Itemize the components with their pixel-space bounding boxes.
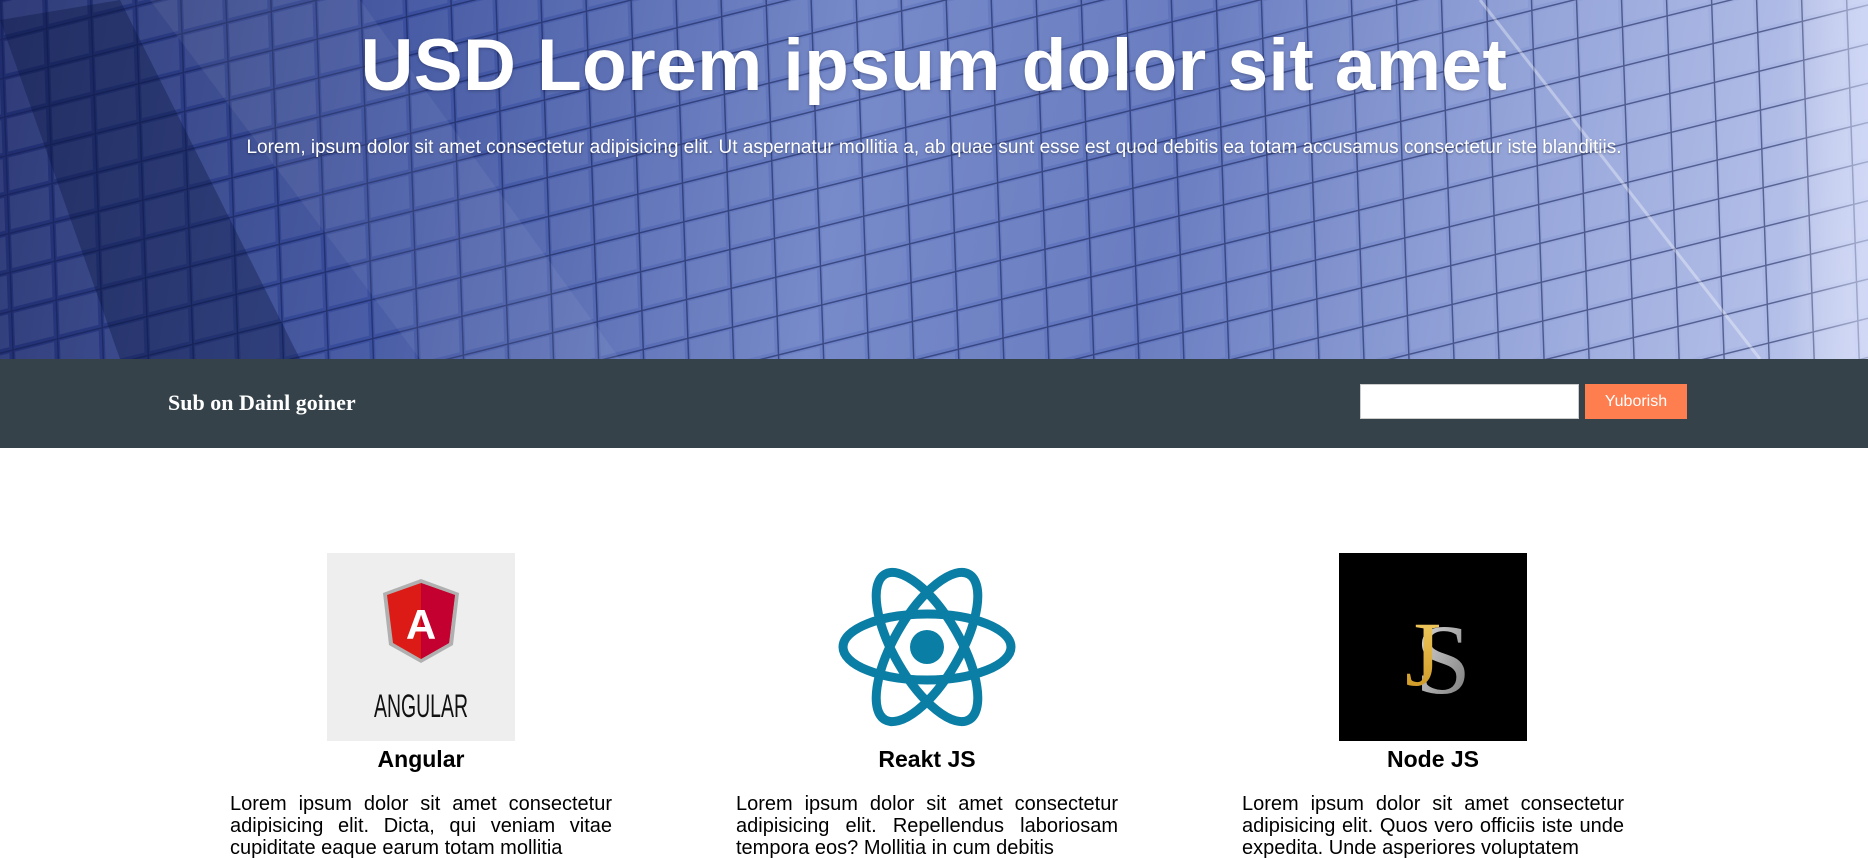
subscribe-label: Sub on Dainl goiner [168, 390, 356, 415]
card-text: Lorem ipsum dolor sit amet consectetur a… [230, 793, 612, 858]
card-text: Lorem ipsum dolor sit amet consectetur a… [736, 793, 1118, 858]
card-text: Lorem ipsum dolor sit amet consectetur a… [1242, 793, 1624, 858]
hero-title: USD Lorem ipsum dolor sit amet [360, 25, 1508, 106]
angular-logo-letter: A [406, 601, 436, 648]
card-title: Angular [377, 746, 465, 772]
angular-logo-icon: A ANGULAR [327, 553, 515, 741]
angular-logo-text: ANGULAR [374, 688, 468, 724]
hero-subtitle: Lorem, ipsum dolor sit amet consectetur … [246, 137, 1622, 158]
js-logo-j: J [1405, 603, 1441, 705]
js-logo-icon: S J [1339, 553, 1527, 741]
hero-banner: USD Lorem ipsum dolor sit amet Lorem, ip… [0, 0, 1868, 359]
react-logo-icon [833, 553, 1021, 741]
card-title: Reakt JS [878, 746, 976, 772]
email-field[interactable] [1360, 384, 1579, 419]
card-title: Node JS [1386, 746, 1480, 772]
subscribe-bar: Sub on Dainl goiner Yuborish [0, 359, 1868, 448]
submit-button[interactable]: Yuborish [1585, 384, 1687, 419]
